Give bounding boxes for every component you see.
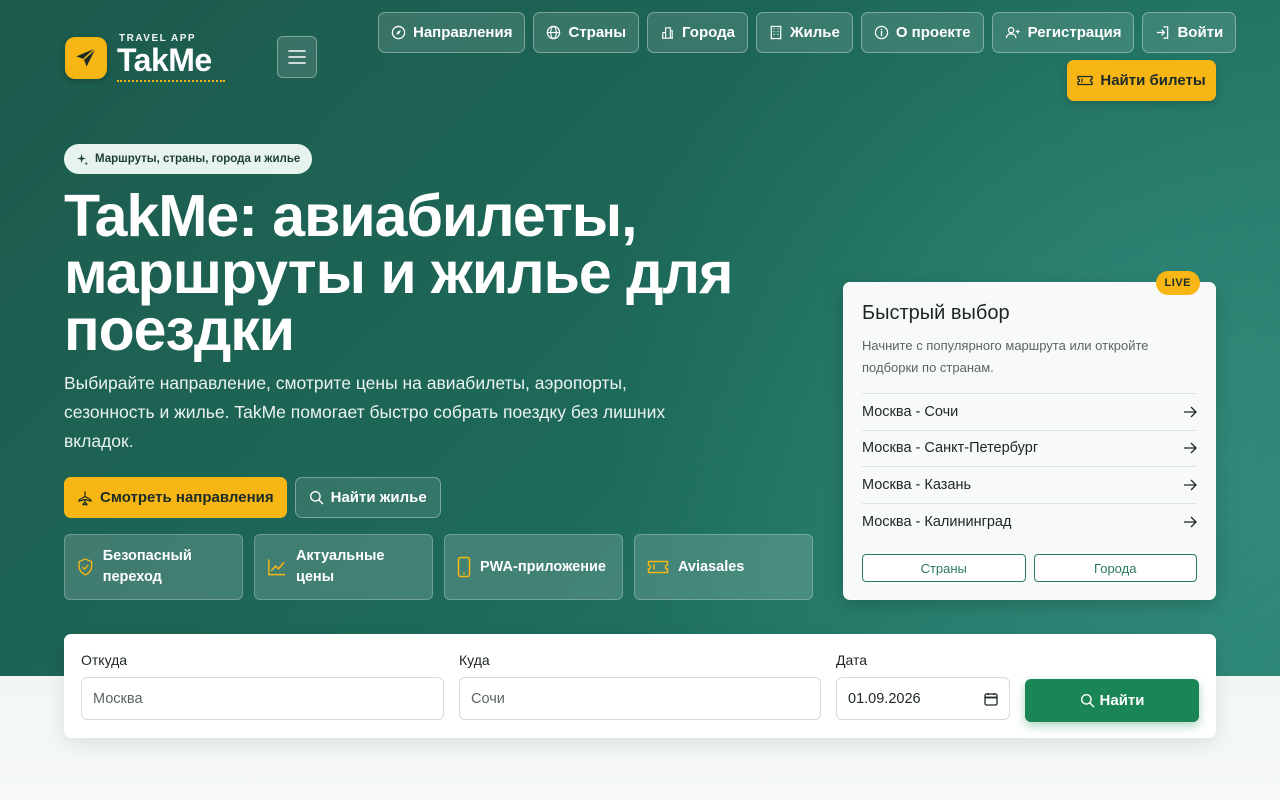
view-directions-label: Смотреть направления — [100, 489, 274, 506]
feature-aviasales: Aviasales — [634, 534, 813, 600]
date-value: 01.09.2026 — [848, 690, 921, 707]
route-label: Москва - Санкт-Петербург — [862, 440, 1039, 457]
feature-pwa: PWA-приложение — [444, 534, 623, 600]
calendar-icon[interactable] — [984, 692, 998, 706]
hero-lead: Выбирайте направление, смотрите цены на … — [64, 373, 666, 451]
from-placeholder: Москва — [93, 690, 143, 707]
login-icon — [1157, 26, 1169, 39]
nav-about-label: О проекте — [895, 24, 971, 41]
route-label: Москва - Калининград — [862, 513, 1012, 530]
nav-register[interactable]: Регистрация — [991, 12, 1135, 53]
route-item[interactable]: Москва - Казань — [862, 467, 1197, 504]
nav-login-label: Войти — [1177, 24, 1224, 41]
arrow-right-icon — [1184, 442, 1197, 454]
nav-login[interactable]: Войти — [1142, 12, 1237, 53]
compass-icon — [391, 25, 406, 40]
nav-countries-label: Страны — [568, 24, 627, 41]
arrow-right-icon — [1184, 479, 1197, 491]
logo-name: TakMe — [117, 42, 212, 78]
quick-choice-buttons: Страны Города — [862, 554, 1197, 582]
ticket-icon — [1077, 75, 1094, 86]
nav-directions[interactable]: Направления — [378, 12, 526, 53]
building-icon — [770, 25, 782, 40]
route-label: Москва - Сочи — [862, 403, 959, 420]
logo-text: TRAVEL APP TakMe — [117, 34, 225, 82]
hero-pill-badge: Маршруты, страны, города и жилье — [64, 144, 313, 174]
search-icon — [309, 490, 323, 505]
from-field-group: Откуда Москва — [81, 652, 444, 720]
nav-housing[interactable]: Жилье — [755, 12, 853, 53]
view-directions-button[interactable]: Смотреть направления — [64, 477, 287, 518]
nav-register-label: Регистрация — [1027, 24, 1122, 41]
date-field-group: Дата 01.09.2026 — [836, 652, 1010, 720]
to-field-group: Куда Сочи — [459, 652, 821, 720]
from-input[interactable]: Москва — [81, 677, 444, 720]
route-item[interactable]: Москва - Санкт-Петербург — [862, 431, 1197, 467]
phone-icon — [457, 556, 471, 578]
cities-button[interactable]: Города — [1033, 554, 1197, 582]
route-label: Москва - Казань — [862, 476, 972, 493]
hamburger-icon — [288, 50, 306, 64]
main-nav: Направления Страны Города Жилье О проект… — [378, 12, 1237, 53]
hero-pill-text: Маршруты, страны, города и жилье — [95, 153, 301, 165]
page-title: TakMe: авиабилеты, маршруты и жилье для … — [64, 183, 733, 363]
route-item[interactable]: Москва - Сочи — [862, 394, 1197, 431]
nav-about[interactable]: О проекте — [860, 12, 984, 53]
quick-choice-card: LIVE Быстрый выбор Начните с популярного… — [843, 271, 1216, 600]
nav-countries[interactable]: Страны — [533, 12, 640, 53]
nav-cities[interactable]: Города — [647, 12, 748, 53]
plane-icon — [78, 491, 92, 506]
find-housing-button[interactable]: Найти жилье — [294, 477, 441, 518]
feature-actual-prices: Актуальные цены — [254, 534, 433, 600]
find-tickets-button[interactable]: Найти билеты — [1067, 60, 1216, 101]
ticket-icon — [647, 560, 669, 574]
sparkle-icon — [76, 153, 89, 166]
find-housing-label: Найти жилье — [330, 489, 427, 506]
to-input[interactable]: Сочи — [459, 677, 821, 720]
logo[interactable]: TRAVEL APP TakMe — [65, 34, 225, 82]
feature-label: Безопасный переход — [102, 548, 192, 585]
features-row: Безопасный переход Актуальные цены PWA-п… — [64, 534, 813, 600]
buildings-icon — [661, 27, 674, 39]
search-submit-button[interactable]: Найти — [1025, 679, 1199, 722]
quick-choice-description: Начните с популярного маршрута или откро… — [862, 338, 1149, 375]
quick-choice-title: Быстрый выбор — [862, 302, 1010, 324]
feature-label: PWA-приложение — [480, 558, 606, 575]
user-plus-icon — [1005, 26, 1020, 39]
date-label: Дата — [836, 652, 868, 668]
search-icon — [1080, 693, 1094, 708]
date-input[interactable]: 01.09.2026 — [836, 677, 1010, 720]
shield-check-icon — [78, 558, 93, 576]
globe-icon — [547, 25, 561, 40]
logo-underline — [117, 80, 225, 82]
feature-safe-transition: Безопасный переход — [64, 534, 243, 600]
route-item[interactable]: Москва - Калининград — [862, 504, 1197, 541]
arrow-right-icon — [1184, 516, 1197, 528]
nav-housing-label: Жилье — [789, 24, 840, 41]
hero-cta-row: Смотреть направления Найти жилье — [64, 477, 441, 518]
to-placeholder: Сочи — [471, 690, 505, 707]
arrow-right-icon — [1184, 406, 1197, 418]
chart-line-icon — [268, 559, 286, 576]
nav-directions-label: Направления — [413, 24, 513, 41]
to-label: Куда — [459, 652, 490, 668]
countries-button[interactable]: Страны — [862, 554, 1026, 582]
find-tickets-label: Найти билеты — [1100, 72, 1206, 89]
paper-plane-icon — [65, 37, 107, 79]
live-badge: LIVE — [1155, 271, 1200, 295]
nav-cities-label: Города — [682, 24, 735, 41]
feature-label: Актуальные цены — [295, 548, 385, 585]
search-submit-label: Найти — [1099, 692, 1145, 709]
menu-toggle-button[interactable] — [277, 36, 317, 78]
routes-list: Москва - Сочи Москва - Санкт-Петербург М… — [862, 393, 1197, 540]
info-icon — [874, 25, 889, 40]
from-label: Откуда — [81, 652, 128, 668]
flight-search-form: Откуда Москва Куда Сочи Дата 01.09.2026 … — [64, 634, 1216, 738]
feature-label: Aviasales — [678, 558, 745, 575]
